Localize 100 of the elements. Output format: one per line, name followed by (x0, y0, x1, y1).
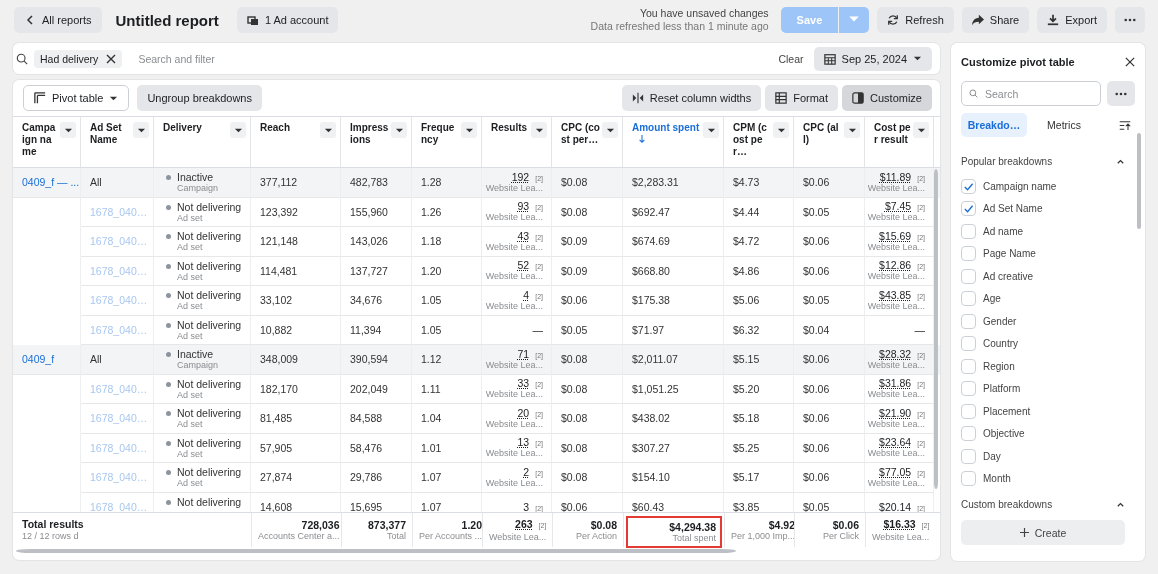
table-cell: $0.06 (803, 412, 830, 425)
status-dot-icon (166, 293, 171, 298)
export-button[interactable]: Export (1037, 7, 1107, 33)
column-menu-button[interactable] (461, 122, 477, 138)
column-menu-button[interactable] (844, 122, 860, 138)
more-button[interactable] (1107, 81, 1135, 106)
panel-tab[interactable]: Metrics (1031, 113, 1097, 137)
column-menu-button[interactable] (913, 122, 929, 138)
checkbox[interactable] (961, 471, 976, 487)
total-value: $4.92 (768, 518, 796, 531)
table-cell: $0.08 (561, 471, 588, 484)
total-value: 1.20 (461, 518, 483, 531)
search-field[interactable]: Search and filter (136, 51, 773, 66)
table-cell: 137,727 (350, 264, 388, 277)
checkbox[interactable] (961, 291, 976, 307)
checkbox[interactable] (961, 201, 976, 217)
checkbox[interactable] (961, 381, 976, 397)
section-title: Popular breakdowns (961, 155, 1053, 167)
ad-set-cell: All (90, 176, 102, 189)
column-menu-button[interactable] (531, 122, 547, 138)
close-icon[interactable] (1125, 57, 1135, 67)
column-menu-button[interactable] (602, 122, 618, 138)
column-header[interactable]: Results (491, 122, 530, 134)
table-cell: 1.18 (421, 235, 442, 248)
result-value: $20.14 (879, 500, 912, 512)
checkbox[interactable] (961, 403, 976, 419)
column-header[interactable]: Reach (260, 122, 292, 134)
column-header[interactable]: Cost per result (874, 122, 913, 146)
ad-account-button[interactable]: 1 Ad account (236, 7, 339, 33)
table-cell: $0.05 (803, 294, 830, 307)
checkbox[interactable] (961, 426, 976, 442)
column-menu-button[interactable] (773, 122, 789, 138)
delivery-status: Not delivering (177, 259, 242, 272)
row-count: 12 / 12 rows d (22, 531, 80, 542)
format-button[interactable]: Format (765, 85, 839, 111)
status-dot-icon (166, 411, 171, 416)
search-input[interactable]: Search (983, 86, 1087, 101)
checkbox[interactable] (961, 178, 976, 194)
share-button[interactable]: Share (961, 7, 1030, 33)
scrollbar[interactable] (1137, 133, 1141, 229)
checkbox[interactable] (961, 448, 976, 464)
panel-title: Customize pivot table (961, 56, 1075, 68)
checkbox[interactable] (961, 358, 976, 374)
table-cell: $0.08 (561, 441, 588, 454)
column-header[interactable]: Ad Set Name (90, 122, 133, 146)
column-header[interactable]: CPC (all) (803, 122, 844, 146)
column-menu-button[interactable] (391, 122, 407, 138)
unsaved-status: You have unsaved changes (639, 7, 769, 20)
campaign-link[interactable]: 0409_f — ... (22, 176, 80, 189)
scrollbar[interactable] (934, 169, 938, 489)
column-header[interactable]: Impressions (350, 122, 391, 146)
search-icon (16, 52, 28, 65)
delivery-status: Not delivering (177, 407, 242, 419)
section-title: Custom breakdowns (961, 498, 1053, 510)
column-menu-button[interactable] (703, 122, 719, 138)
close-icon[interactable] (106, 53, 117, 64)
column-header[interactable]: CPC (cost per… (561, 122, 602, 146)
total-caption: Per Click (823, 530, 859, 542)
ungroup-button[interactable]: Ungroup breakdowns (137, 85, 262, 111)
checkbox[interactable] (961, 313, 976, 329)
back-button[interactable]: All reports (14, 7, 102, 33)
scrollbar[interactable] (16, 549, 736, 553)
column-header[interactable]: Frequency (421, 122, 461, 146)
table-cell: $2,011.07 (632, 353, 678, 366)
filter-bar[interactable]: Had delivery Search and filter Clear Sep 25, 2024 (13, 43, 940, 74)
checkbox[interactable] (961, 246, 976, 262)
column-menu-button[interactable] (230, 122, 246, 138)
sort-icon[interactable] (1119, 119, 1131, 131)
total-value: $0.08 (590, 518, 617, 531)
table-cell: $692.47 (632, 205, 670, 218)
clear-link[interactable]: Clear (778, 52, 804, 65)
view-dropdown[interactable]: Pivot table (23, 85, 130, 111)
checkbox[interactable] (961, 223, 976, 239)
column-header[interactable]: Campaign name (22, 122, 60, 158)
column-header[interactable]: Delivery (163, 122, 204, 134)
refresh-button[interactable]: Refresh (877, 7, 954, 33)
date-picker[interactable]: Sep 25, 2024 (813, 46, 932, 71)
table-cell: 1.04 (421, 412, 442, 425)
panel-tab[interactable]: Breakdo… (961, 113, 1027, 137)
reset-widths-button[interactable]: Reset column widths (621, 85, 762, 111)
table-cell: $175.38 (632, 294, 670, 307)
campaign-link[interactable]: 0409_f (22, 353, 55, 366)
result-value: $31.86 (879, 377, 912, 390)
search-field[interactable]: Search (961, 81, 1101, 106)
column-menu-button[interactable] (133, 122, 149, 138)
result-value: 43 (517, 229, 530, 242)
create-button[interactable]: Create (961, 520, 1125, 545)
column-menu-button[interactable] (60, 122, 76, 138)
customize-button[interactable]: Customize (842, 85, 932, 111)
filter-chip[interactable]: Had delivery (34, 49, 123, 68)
total-caption: Accounts Center a... (258, 530, 340, 542)
result-type: Website Lea... (485, 300, 543, 312)
column-header[interactable]: Amount spent (632, 122, 703, 146)
column-menu-button[interactable] (320, 122, 336, 138)
table-cell: 14,608 (260, 500, 293, 512)
checkbox[interactable] (961, 336, 976, 352)
table-cell: 1.01 (421, 441, 442, 454)
checkbox[interactable] (961, 268, 976, 284)
calendar-icon (823, 52, 836, 65)
column-header[interactable]: CPM (cost per… (733, 122, 773, 158)
